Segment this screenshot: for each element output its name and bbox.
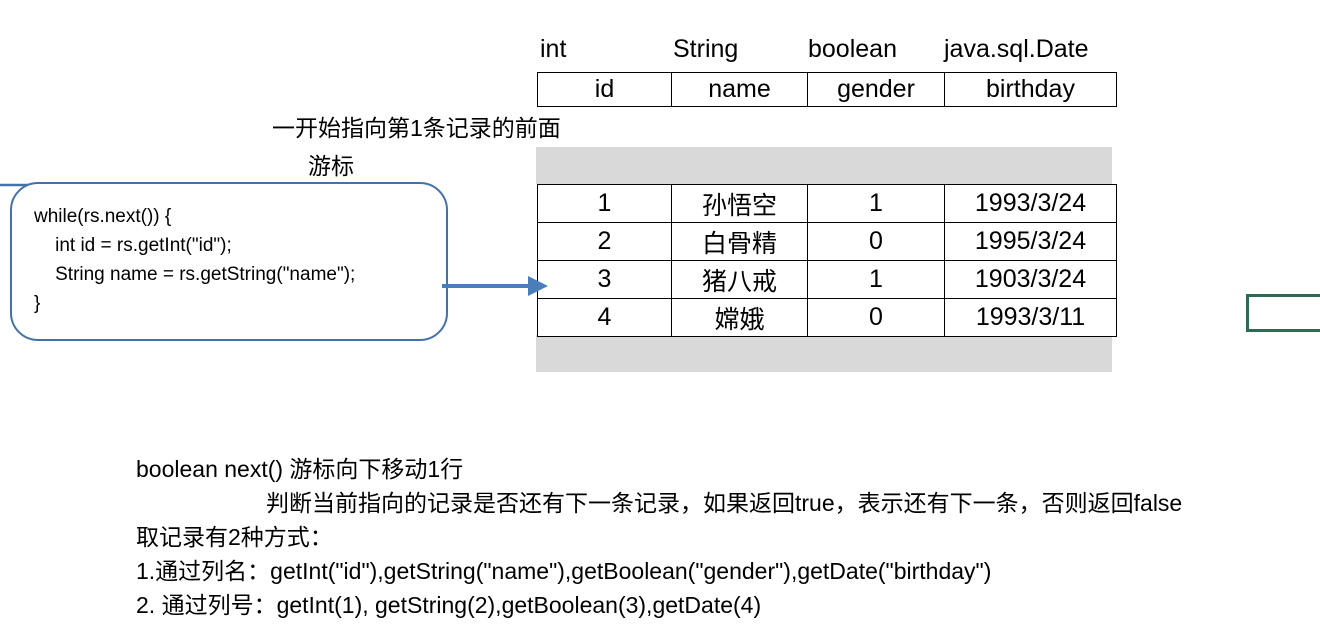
cell-id: 4 bbox=[537, 298, 672, 337]
header-cell-name: name bbox=[671, 72, 808, 107]
result-set-header-table: id name gender birthday bbox=[537, 72, 1117, 107]
type-label-date: java.sql.Date bbox=[944, 35, 1089, 63]
code-line: while(rs.next()) { bbox=[34, 206, 172, 227]
cell-name: 嫦娥 bbox=[671, 298, 808, 337]
cell-gender: 0 bbox=[807, 298, 945, 337]
cell-birthday: 1995/3/24 bbox=[944, 222, 1117, 261]
table-row: 2 白骨精 0 1995/3/24 bbox=[537, 222, 1117, 261]
cell-birthday: 1993/3/24 bbox=[944, 184, 1117, 223]
code-line: } bbox=[34, 293, 41, 314]
code-line: int id = rs.getInt("id"); bbox=[34, 235, 232, 256]
cell-id: 1 bbox=[537, 184, 672, 223]
type-label-string: String bbox=[673, 35, 739, 63]
table-row: 4 嫦娥 0 1993/3/11 bbox=[537, 298, 1117, 337]
cell-birthday: 1903/3/24 bbox=[944, 260, 1117, 299]
result-set-data-table: 1 孙悟空 1 1993/3/24 2 白骨精 0 1995/3/24 3 猪八… bbox=[537, 184, 1117, 337]
code-line: String name = rs.getString("name"); bbox=[34, 264, 356, 285]
cell-name: 孙悟空 bbox=[671, 184, 808, 223]
code-snippet-box: while(rs.next()) { int id = rs.getInt("i… bbox=[10, 182, 448, 341]
header-cell-birthday: birthday bbox=[944, 72, 1117, 107]
cursor-position-note: 一开始指向第1条记录的前面 bbox=[272, 115, 561, 141]
cell-gender: 1 bbox=[807, 184, 945, 223]
note-line-next-method: boolean next() 游标向下移动1行 bbox=[136, 456, 464, 482]
header-cell-gender: gender bbox=[807, 72, 945, 107]
note-line-by-column-name: 1.通过列名：getInt("id"),getString("name"),ge… bbox=[136, 558, 992, 584]
table-header-row: id name gender birthday bbox=[537, 72, 1117, 107]
cell-id: 2 bbox=[537, 222, 672, 261]
table-row: 3 猪八戒 1 1903/3/24 bbox=[537, 260, 1117, 299]
type-label-int: int bbox=[540, 35, 567, 63]
note-line-access-modes: 取记录有2种方式： bbox=[136, 524, 333, 550]
explanation-notes: boolean next() 游标向下移动1行 判断当前指向的记录是否还有下一条… bbox=[136, 452, 1320, 622]
type-label-boolean: boolean bbox=[808, 35, 897, 63]
after-last-row-band bbox=[536, 335, 1112, 372]
cell-name: 猪八戒 bbox=[671, 260, 808, 299]
cell-gender: 1 bbox=[807, 260, 945, 299]
header-cell-id: id bbox=[537, 72, 672, 107]
note-line-by-column-index: 2. 通过列号：getInt(1), getString(2),getBoole… bbox=[136, 592, 762, 618]
cell-name: 白骨精 bbox=[671, 222, 808, 261]
cell-gender: 0 bbox=[807, 222, 945, 261]
green-callout-box bbox=[1246, 294, 1320, 332]
cursor-label: 游标 bbox=[308, 153, 354, 179]
cell-id: 3 bbox=[537, 260, 672, 299]
before-first-row-band bbox=[536, 147, 1112, 184]
table-row: 1 孙悟空 1 1993/3/24 bbox=[537, 184, 1117, 223]
column-type-labels: int String boolean java.sql.Date bbox=[537, 32, 1112, 68]
cell-birthday: 1993/3/11 bbox=[944, 298, 1117, 337]
cursor-pointer-arrow-icon bbox=[442, 276, 548, 296]
note-line-next-description: 判断当前指向的记录是否还有下一条记录，如果返回true，表示还有下一条，否则返回… bbox=[266, 490, 1183, 516]
